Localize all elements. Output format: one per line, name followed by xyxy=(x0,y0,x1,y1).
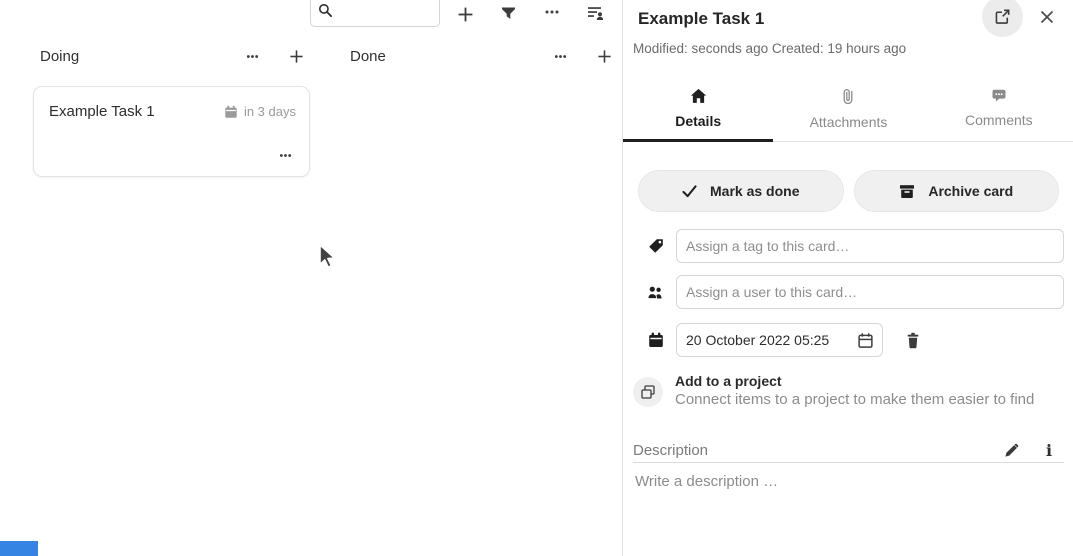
search-input[interactable] xyxy=(333,3,439,18)
external-link-icon xyxy=(994,8,1011,25)
trash-icon xyxy=(905,332,921,349)
column-doing-add-button[interactable] xyxy=(284,44,308,68)
column-header-done: Done xyxy=(350,42,616,70)
home-icon xyxy=(690,88,707,104)
calendar-icon xyxy=(647,332,664,348)
accent-rectangle xyxy=(0,541,38,556)
more-dots-icon xyxy=(245,49,260,64)
filter-button[interactable] xyxy=(495,0,521,26)
tab-label: Attachments xyxy=(810,114,888,130)
archive-card-label: Archive card xyxy=(928,183,1013,199)
plus-icon xyxy=(597,49,612,64)
more-dots-icon xyxy=(543,3,561,21)
column-doing-more-button[interactable] xyxy=(240,44,264,68)
user-field-row xyxy=(623,275,1073,309)
card-actions: Mark as done Archive card xyxy=(638,170,1059,212)
due-date-input[interactable] xyxy=(676,323,883,357)
sort-list-person-icon xyxy=(587,5,604,21)
edit-description-button[interactable] xyxy=(998,437,1024,463)
search-box[interactable] xyxy=(310,0,440,27)
description-header: Description i xyxy=(633,438,1064,463)
task-card[interactable]: Example Task 1 in 3 days xyxy=(33,86,310,177)
board-more-button[interactable] xyxy=(539,0,565,25)
more-dots-icon xyxy=(553,49,568,64)
assign-tag-input[interactable] xyxy=(676,229,1064,263)
description-placeholder[interactable]: Write a description … xyxy=(635,473,1055,543)
mark-as-done-label: Mark as done xyxy=(710,183,799,199)
sort-by-assignee-button[interactable] xyxy=(582,0,608,26)
description-label: Description xyxy=(633,442,708,459)
panel-title: Example Task 1 xyxy=(638,9,764,29)
column-done-more-button[interactable] xyxy=(548,44,572,68)
column-title: Doing xyxy=(40,48,79,65)
tag-field-row xyxy=(623,229,1073,263)
tab-attachments[interactable]: Attachments xyxy=(773,79,923,141)
open-calendar-button[interactable] xyxy=(853,328,877,352)
checkmark-icon xyxy=(682,185,697,198)
calendar-icon xyxy=(224,105,238,119)
tab-label: Details xyxy=(675,113,721,129)
column-header-doing: Doing xyxy=(40,42,308,70)
tab-label: Comments xyxy=(965,112,1033,128)
project-text: Add to a project Connect items to a proj… xyxy=(675,372,1034,409)
description-info-button[interactable]: i xyxy=(1036,437,1062,463)
kanban-board: Doing Done xyxy=(0,0,622,556)
pencil-icon xyxy=(1004,443,1019,458)
panel-meta: Modified: seconds ago Created: 19 hours … xyxy=(633,41,906,56)
add-to-project-row[interactable]: Add to a project Connect items to a proj… xyxy=(633,372,1034,409)
tab-details[interactable]: Details xyxy=(623,79,773,141)
comment-icon xyxy=(991,88,1007,103)
archive-card-button[interactable]: Archive card xyxy=(854,170,1060,212)
date-input-wrap xyxy=(676,323,883,357)
tag-icon xyxy=(647,238,664,254)
tab-comments[interactable]: Comments xyxy=(924,79,1073,141)
info-icon: i xyxy=(1046,441,1052,460)
column-done-add-button[interactable] xyxy=(592,44,616,68)
app-window: Doing Done xyxy=(0,0,1073,556)
column-title: Done xyxy=(350,48,386,65)
add-card-button[interactable] xyxy=(452,1,478,27)
close-icon xyxy=(1040,10,1054,24)
task-card-header: Example Task 1 in 3 days xyxy=(34,87,309,120)
card-details-panel: Example Task 1 Modified: seconds ago Cre… xyxy=(622,0,1073,556)
due-text: in 3 days xyxy=(244,104,296,119)
task-card-due: in 3 days xyxy=(224,104,296,119)
close-panel-button[interactable] xyxy=(1034,4,1060,30)
project-title: Add to a project xyxy=(675,372,1034,390)
project-windows-icon xyxy=(640,384,656,400)
project-subtitle: Connect items to a project to make them … xyxy=(675,390,1034,409)
task-card-title: Example Task 1 xyxy=(49,103,155,120)
remove-due-date-button[interactable] xyxy=(900,327,926,353)
paperclip-icon xyxy=(842,88,854,105)
assign-user-input[interactable] xyxy=(676,275,1064,309)
card-more-button[interactable] xyxy=(273,143,297,167)
calendar-outline-icon xyxy=(857,332,874,349)
users-icon xyxy=(647,285,664,300)
project-icon-circle xyxy=(633,377,663,407)
date-field-row xyxy=(623,323,1073,357)
panel-tabs: Details Attachments Comments xyxy=(623,79,1073,142)
more-dots-icon xyxy=(278,148,293,163)
search-icon xyxy=(318,3,333,18)
archive-icon xyxy=(899,184,915,199)
mouse-cursor xyxy=(318,243,337,271)
open-in-window-button[interactable] xyxy=(982,0,1023,37)
filter-funnel-icon xyxy=(501,6,516,21)
mark-as-done-button[interactable]: Mark as done xyxy=(638,170,844,212)
plus-icon xyxy=(289,49,304,64)
plus-icon xyxy=(457,6,474,23)
